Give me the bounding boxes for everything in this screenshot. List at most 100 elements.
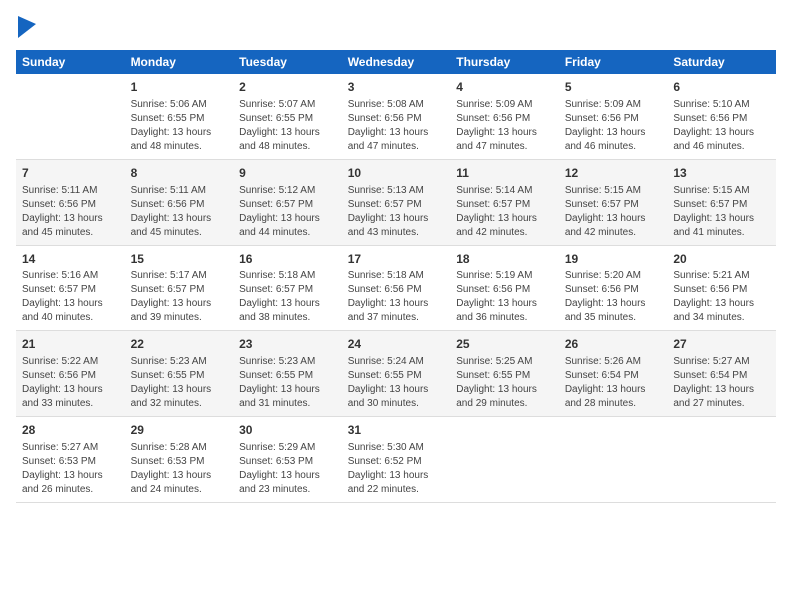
cell-info: Sunrise: 5:27 AM [673,355,770,369]
header-cell-wednesday: Wednesday [342,50,451,74]
cell-info: Daylight: 13 hours and 24 minutes. [131,469,228,497]
calendar-cell: 5Sunrise: 5:09 AMSunset: 6:56 PMDaylight… [559,74,668,159]
calendar-cell: 20Sunrise: 5:21 AMSunset: 6:56 PMDayligh… [667,245,776,331]
cell-info: Sunrise: 5:11 AM [131,184,228,198]
calendar-cell: 28Sunrise: 5:27 AMSunset: 6:53 PMDayligh… [16,417,125,503]
day-number: 13 [673,165,770,182]
cell-info: Daylight: 13 hours and 42 minutes. [565,212,662,240]
cell-info: Sunrise: 5:27 AM [22,441,119,455]
cell-info: Daylight: 13 hours and 43 minutes. [348,212,445,240]
week-row-1: 1Sunrise: 5:06 AMSunset: 6:55 PMDaylight… [16,74,776,159]
cell-info: Sunrise: 5:25 AM [456,355,553,369]
cell-info: Daylight: 13 hours and 23 minutes. [239,469,336,497]
cell-info: Daylight: 13 hours and 46 minutes. [565,126,662,154]
cell-info: Sunrise: 5:23 AM [131,355,228,369]
day-number: 1 [131,79,228,96]
day-number: 16 [239,251,336,268]
cell-info: Sunset: 6:56 PM [673,112,770,126]
cell-info: Sunset: 6:56 PM [348,112,445,126]
cell-info: Sunset: 6:56 PM [22,369,119,383]
calendar-cell: 13 Sunrise: 5:15 AMSunset: 6:57 PMDayligh… [667,159,776,245]
cell-info: Sunset: 6:54 PM [565,369,662,383]
day-number: 9 [239,165,336,182]
cell-info: Sunset: 6:56 PM [565,283,662,297]
cell-info: Daylight: 13 hours and 42 minutes. [456,212,553,240]
day-number: 27 [673,336,770,353]
cell-info: Daylight: 13 hours and 45 minutes. [22,212,119,240]
calendar-cell: 27Sunrise: 5:27 AMSunset: 6:54 PMDayligh… [667,331,776,417]
day-number: 12 [565,165,662,182]
calendar-cell: 14Sunrise: 5:16 AMSunset: 6:57 PMDayligh… [16,245,125,331]
logo [16,16,36,38]
cell-info: Sunset: 6:55 PM [131,369,228,383]
day-number: 4 [456,79,553,96]
day-number: 15 [131,251,228,268]
cell-info: Sunset: 6:56 PM [456,283,553,297]
cell-info: Sunset: 6:55 PM [131,112,228,126]
calendar-cell: 3 Sunrise: 5:08 AMSunset: 6:56 PMDaylight… [342,74,451,159]
calendar-cell: 12Sunrise: 5:15 AMSunset: 6:57 PMDayligh… [559,159,668,245]
day-number: 23 [239,336,336,353]
cell-info: Sunset: 6:56 PM [673,283,770,297]
day-number: 29 [131,422,228,439]
cell-info: Sunset: 6:53 PM [22,455,119,469]
cell-info: Sunrise: 5:15 AM [673,184,770,198]
cell-info: Daylight: 13 hours and 47 minutes. [456,126,553,154]
week-row-2: 7Sunrise: 5:11 AMSunset: 6:56 PMDaylight… [16,159,776,245]
cell-info: Daylight: 13 hours and 46 minutes. [673,126,770,154]
calendar-cell: 2Sunrise: 5:07 AMSunset: 6:55 PMDaylight… [233,74,342,159]
cell-info: Sunrise: 5:09 AM [565,98,662,112]
cell-info: Sunrise: 5:08 AM [348,98,445,112]
cell-info: Sunset: 6:55 PM [456,369,553,383]
cell-info: Sunset: 6:55 PM [239,369,336,383]
cell-info: Sunrise: 5:12 AM [239,184,336,198]
cell-info: Sunrise: 5:14 AM [456,184,553,198]
day-number: 3 [348,79,445,96]
calendar-cell: 17Sunrise: 5:18 AMSunset: 6:56 PMDayligh… [342,245,451,331]
cell-info: Sunrise: 5:29 AM [239,441,336,455]
cell-info: Daylight: 13 hours and 30 minutes. [348,383,445,411]
header-cell-monday: Monday [125,50,234,74]
cell-info: Sunset: 6:56 PM [456,112,553,126]
cell-info: Daylight: 13 hours and 32 minutes. [131,383,228,411]
calendar-cell: 8 Sunrise: 5:11 AMSunset: 6:56 PMDaylight… [125,159,234,245]
cell-info: Sunset: 6:56 PM [131,198,228,212]
cell-info: Sunrise: 5:11 AM [22,184,119,198]
cell-info: Sunset: 6:57 PM [239,283,336,297]
cell-info: Sunset: 6:57 PM [673,198,770,212]
week-row-5: 28Sunrise: 5:27 AMSunset: 6:53 PMDayligh… [16,417,776,503]
cell-info: Daylight: 13 hours and 41 minutes. [673,212,770,240]
cell-info: Sunrise: 5:20 AM [565,269,662,283]
calendar-cell: 7Sunrise: 5:11 AMSunset: 6:56 PMDaylight… [16,159,125,245]
day-number: 8 [131,165,228,182]
day-number: 30 [239,422,336,439]
calendar-header: SundayMondayTuesdayWednesdayThursdayFrid… [16,50,776,74]
cell-info: Daylight: 13 hours and 38 minutes. [239,297,336,325]
header-cell-tuesday: Tuesday [233,50,342,74]
calendar-table: SundayMondayTuesdayWednesdayThursdayFrid… [16,50,776,503]
calendar-cell: 18Sunrise: 5:19 AMSunset: 6:56 PMDayligh… [450,245,559,331]
cell-info: Sunset: 6:54 PM [673,369,770,383]
cell-info: Daylight: 13 hours and 44 minutes. [239,212,336,240]
cell-info: Sunrise: 5:16 AM [22,269,119,283]
cell-info: Sunset: 6:57 PM [239,198,336,212]
day-number: 7 [22,165,119,182]
cell-info: Daylight: 13 hours and 31 minutes. [239,383,336,411]
header-cell-thursday: Thursday [450,50,559,74]
cell-info: Sunset: 6:56 PM [565,112,662,126]
cell-info: Daylight: 13 hours and 29 minutes. [456,383,553,411]
cell-info: Daylight: 13 hours and 45 minutes. [131,212,228,240]
cell-info: Daylight: 13 hours and 47 minutes. [348,126,445,154]
cell-info: Daylight: 13 hours and 37 minutes. [348,297,445,325]
cell-info: Sunrise: 5:26 AM [565,355,662,369]
day-number: 18 [456,251,553,268]
calendar-cell: 11Sunrise: 5:14 AMSunset: 6:57 PMDayligh… [450,159,559,245]
day-number: 25 [456,336,553,353]
calendar-cell: 22Sunrise: 5:23 AMSunset: 6:55 PMDayligh… [125,331,234,417]
day-number: 2 [239,79,336,96]
day-number: 11 [456,165,553,182]
day-number: 26 [565,336,662,353]
cell-info: Sunset: 6:53 PM [131,455,228,469]
page-header [16,16,776,38]
cell-info: Sunset: 6:52 PM [348,455,445,469]
